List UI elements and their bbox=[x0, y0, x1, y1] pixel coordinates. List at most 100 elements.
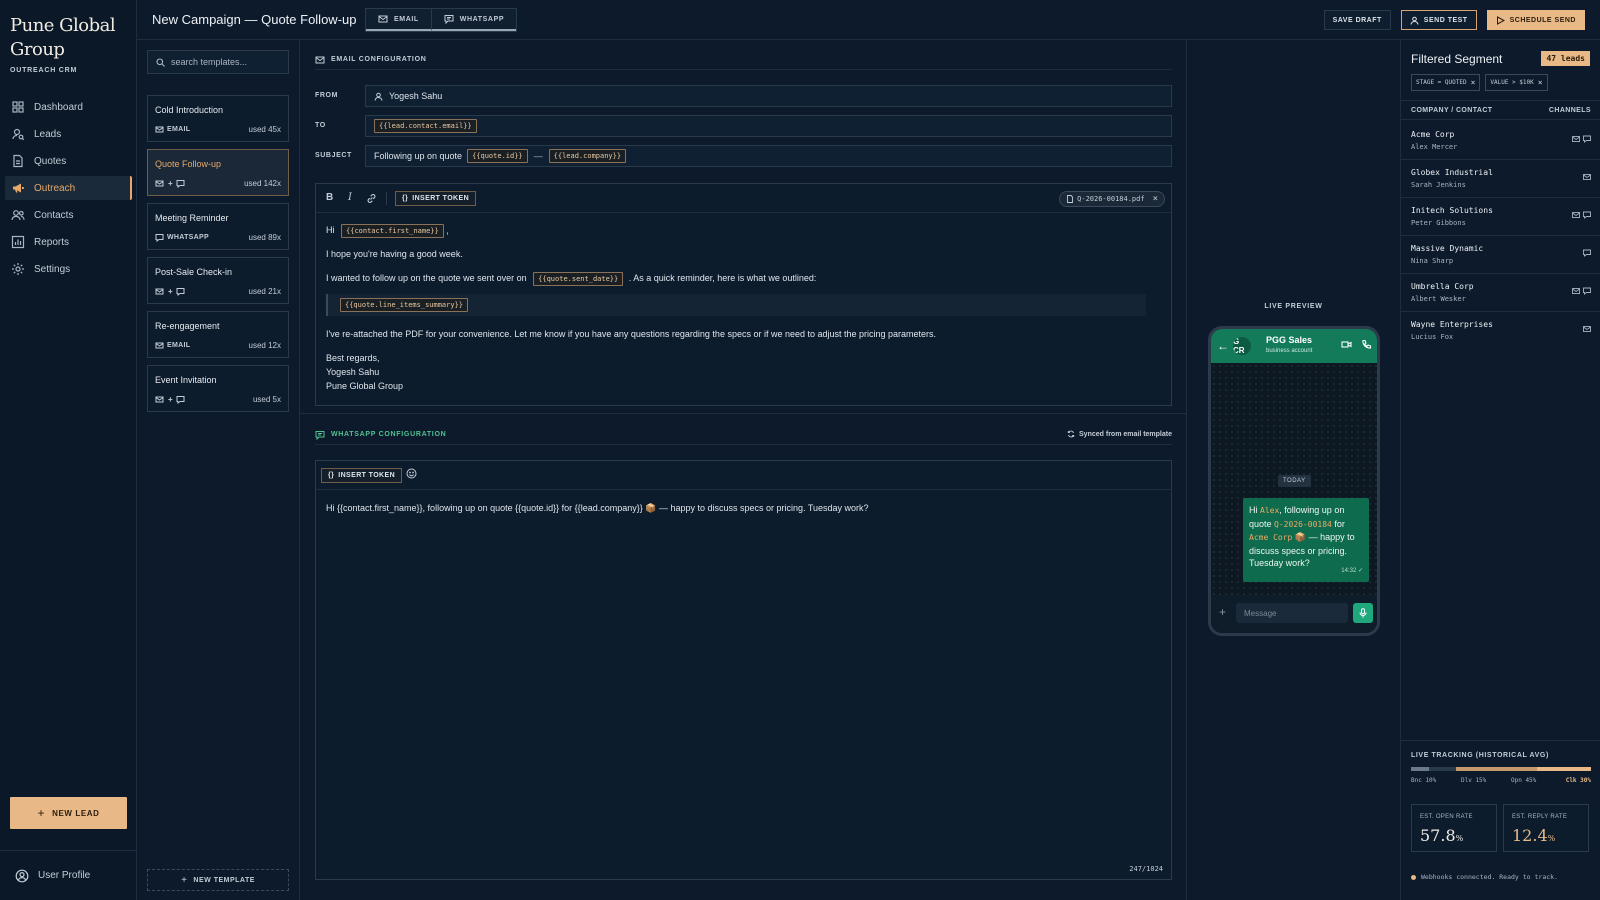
character-counter: 247/1024 bbox=[1129, 865, 1163, 873]
subject-field[interactable]: Following up on quote {{quote.id}} — {{l… bbox=[365, 145, 1172, 167]
attachment-chip[interactable]: Q-2026-00184.pdf × bbox=[1059, 191, 1165, 207]
token-chip[interactable]: {{quote.id}} bbox=[467, 149, 528, 163]
message-bubble: Hi Alex, following up on quote Q-2026-00… bbox=[1243, 498, 1369, 582]
send-icon bbox=[1496, 15, 1505, 25]
user-profile-label: User Profile bbox=[38, 870, 91, 881]
lead-channels bbox=[1583, 249, 1591, 257]
nav-item-contacts[interactable]: Contacts bbox=[5, 203, 132, 227]
schedule-send-button[interactable]: SCHEDULE SEND bbox=[1486, 10, 1585, 30]
msg-highlight-quote: Q-2026-00184 bbox=[1274, 519, 1332, 529]
template-search-input[interactable]: search templates... bbox=[147, 50, 289, 74]
tab-whatsapp[interactable]: WHATSAPP bbox=[431, 9, 517, 31]
mic-icon bbox=[1353, 603, 1373, 623]
lead-row[interactable]: Wayne Enterprises Lucius Fox bbox=[1401, 312, 1600, 350]
lead-row[interactable]: Acme Corp Alex Mercer bbox=[1401, 122, 1600, 160]
lead-row[interactable]: Globex Industrial Sarah Jenkins bbox=[1401, 160, 1600, 198]
template-item[interactable]: Event Invitation + used 5x bbox=[147, 365, 289, 412]
nav-item-quotes[interactable]: Quotes bbox=[5, 149, 132, 173]
save-draft-button[interactable]: SAVE DRAFT bbox=[1323, 10, 1391, 30]
token-chip[interactable]: {{quote.line_items_summary}} bbox=[340, 298, 469, 312]
lead-contact: Lucius Fox bbox=[1411, 333, 1454, 341]
close-icon[interactable]: × bbox=[1153, 194, 1158, 204]
signature-name: Yogesh Sahu bbox=[326, 367, 380, 377]
file-icon bbox=[1066, 195, 1074, 203]
from-field[interactable]: Yogesh Sahu bbox=[365, 85, 1172, 107]
template-channel: EMAIL bbox=[155, 341, 190, 350]
schedule-send-label: SCHEDULE SEND bbox=[1509, 16, 1576, 24]
brand: Pune Global Group OUTREACH CRM bbox=[10, 14, 134, 74]
funnel-bar bbox=[1411, 767, 1591, 771]
to-field[interactable]: {{lead.contact.email}} bbox=[365, 115, 1172, 137]
funnel-segment bbox=[1411, 767, 1429, 771]
mail-icon bbox=[1572, 287, 1580, 295]
nav-item-outreach[interactable]: Outreach bbox=[5, 176, 132, 200]
new-lead-button[interactable]: + NEW LEAD bbox=[10, 797, 127, 829]
lead-contact: Sarah Jenkins bbox=[1411, 181, 1466, 189]
token-chip[interactable]: {{lead.company}} bbox=[548, 149, 627, 163]
signoff: Best regards, bbox=[326, 353, 380, 363]
template-item[interactable]: Cold Introduction EMAIL used 45x bbox=[147, 95, 289, 142]
funnel-label: Bnc 10% bbox=[1411, 777, 1437, 784]
quote-block: {{quote.line_items_summary}} bbox=[326, 294, 1146, 316]
sync-icon bbox=[1067, 430, 1075, 438]
from-label: FROM bbox=[315, 92, 339, 99]
funnel-segment bbox=[1429, 767, 1456, 771]
nav-item-leads[interactable]: Leads bbox=[5, 122, 132, 146]
template-item[interactable]: Post-Sale Check-in + used 21x bbox=[147, 257, 289, 304]
search-icon bbox=[156, 57, 165, 67]
chat-icon bbox=[176, 395, 185, 404]
live-preview-label: LIVE PREVIEW bbox=[1264, 303, 1323, 310]
tab-email[interactable]: EMAIL bbox=[366, 9, 432, 31]
new-template-button[interactable]: + NEW TEMPLATE bbox=[147, 869, 289, 891]
link-icon[interactable] bbox=[366, 193, 377, 204]
template-item[interactable]: Re-engagement EMAIL used 12x bbox=[147, 311, 289, 358]
email-body-editor[interactable]: B I {} INSERT TOKEN Q-2026-00184.pdf × H… bbox=[315, 183, 1172, 406]
template-channel-label: + bbox=[168, 395, 173, 404]
chat-contact-subtitle: business account bbox=[1266, 348, 1313, 354]
close-icon[interactable]: × bbox=[1538, 78, 1543, 87]
emoji-icon[interactable] bbox=[406, 468, 417, 479]
templates-panel: search templates... Cold Introduction EM… bbox=[137, 40, 300, 900]
mail-icon bbox=[155, 395, 164, 404]
reply-rate-label: EST. REPLY RATE bbox=[1512, 814, 1568, 820]
nav-item-dashboard[interactable]: Dashboard bbox=[5, 95, 132, 119]
plus-icon: + bbox=[37, 806, 46, 820]
nav-label: Settings bbox=[34, 263, 71, 275]
funnel-label: Opn 45% bbox=[1511, 777, 1537, 784]
mail-icon bbox=[315, 55, 325, 65]
send-test-button[interactable]: SEND TEST bbox=[1400, 10, 1477, 30]
nav-item-reports[interactable]: Reports bbox=[5, 230, 132, 254]
tab-label: WHATSAPP bbox=[459, 15, 505, 23]
template-item[interactable]: Quote Follow-up + used 142x bbox=[147, 149, 289, 196]
funnel-label: Clk 30% bbox=[1565, 777, 1591, 784]
italic-button[interactable]: I bbox=[348, 192, 352, 203]
insert-token-button[interactable]: {} INSERT TOKEN bbox=[395, 191, 477, 206]
user-circle-icon bbox=[15, 869, 29, 883]
insert-token-button[interactable]: {} INSERT TOKEN bbox=[321, 468, 403, 483]
whatsapp-message-editor[interactable]: {} INSERT TOKEN Hi {{contact.first_name}… bbox=[315, 460, 1172, 880]
template-channel: + bbox=[155, 395, 188, 404]
channel-tabs: EMAIL WHATSAPP bbox=[365, 8, 518, 32]
template-channel-label: WHATSAPP bbox=[167, 234, 209, 241]
body-greeting: Hi {{contact.first_name}} , bbox=[326, 224, 449, 238]
mail-icon bbox=[378, 14, 388, 24]
template-item[interactable]: Meeting Reminder WHATSAPP used 89x bbox=[147, 203, 289, 250]
date-divider: TODAY bbox=[1278, 475, 1311, 487]
lead-row[interactable]: Massive Dynamic Nina Sharp bbox=[1401, 236, 1600, 274]
close-icon[interactable]: × bbox=[1471, 78, 1476, 87]
lead-contact: Alex Mercer bbox=[1411, 143, 1458, 151]
token-chip[interactable]: {{contact.first_name}} bbox=[341, 224, 444, 238]
chat-icon bbox=[176, 179, 185, 188]
filter-chip[interactable]: VALUE > $10K × bbox=[1485, 74, 1548, 91]
nav-item-settings[interactable]: Settings bbox=[5, 257, 132, 281]
user-profile[interactable]: User Profile bbox=[0, 850, 137, 900]
lead-row[interactable]: Umbrella Corp Albert Wesker bbox=[1401, 274, 1600, 312]
lead-row[interactable]: Initech Solutions Peter Gibbons bbox=[1401, 198, 1600, 236]
token-chip[interactable]: {{lead.contact.email}} bbox=[374, 119, 477, 133]
bold-button[interactable]: B bbox=[326, 192, 333, 203]
mail-icon bbox=[1583, 173, 1591, 181]
chat-icon bbox=[155, 233, 164, 242]
token-chip[interactable]: {{quote.sent_date}} bbox=[533, 272, 624, 286]
nav-label: Contacts bbox=[34, 209, 74, 221]
filter-chip[interactable]: STAGE = QUOTED × bbox=[1411, 74, 1481, 91]
